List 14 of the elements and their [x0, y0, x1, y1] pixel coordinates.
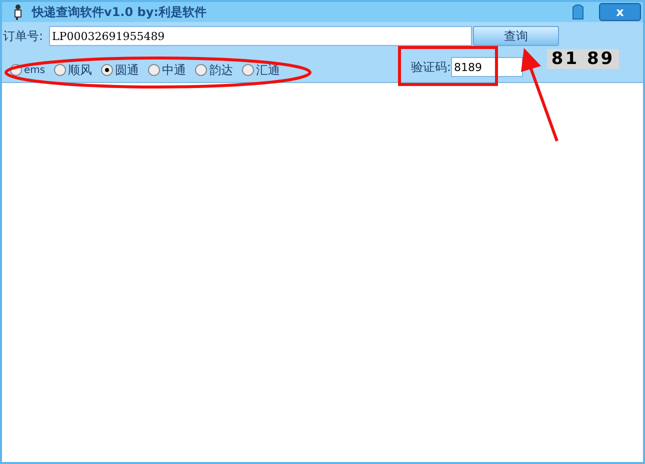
shirt-icon — [571, 4, 585, 20]
carrier-radio[interactable]: 圆通 — [101, 61, 140, 79]
carrier-radio[interactable]: ems — [10, 62, 46, 78]
carrier-radio[interactable]: 韵达 — [195, 61, 234, 79]
window-title: 快递查询软件v1.0 by:利是软件 — [32, 4, 206, 21]
captcha-field[interactable]: 8189 — [451, 57, 523, 77]
order-field[interactable]: LP00032691955489 — [49, 26, 472, 46]
order-label: 订单号: — [3, 28, 44, 45]
captcha-image: 81 89 — [547, 49, 619, 69]
carrier-radio[interactable]: 中通 — [148, 61, 186, 79]
carrier-radio[interactable]: 顺风 — [54, 61, 92, 79]
captcha-label: 验证码: — [410, 59, 451, 76]
app-icon — [12, 4, 24, 20]
query-button[interactable]: 查询 — [473, 26, 559, 46]
